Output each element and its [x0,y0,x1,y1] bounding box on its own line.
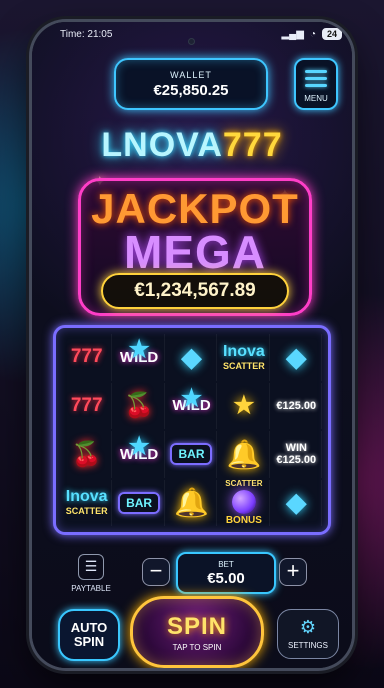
seven-symbol: 777 [70,346,103,368]
jackpot-subtitle: MEGA [124,226,266,278]
bet-increase-button[interactable]: + [279,558,307,586]
reel-cell: 🍒 [114,382,165,429]
bonus-scatter-label: SCATTER [225,478,263,488]
paytable-label: PAYTABLE [71,583,111,593]
reel-cell: ◆ [167,334,218,381]
bet-decrease-button[interactable]: − [142,558,170,586]
bonus-label: BONUS [225,514,262,526]
star-icon: ★ [180,384,203,412]
hamburger-icon [305,70,327,91]
auto-spin-button[interactable]: AUTO SPIN [58,609,120,661]
reel-cell: ◆ [272,479,322,526]
spin-label: SPIN [166,612,227,640]
bell-icon: 🔔 [226,438,262,470]
reel-cell: 🔔 [167,479,218,526]
spin-button[interactable]: SPIN TAP TO SPIN [130,596,264,668]
menu-label: MENU [304,94,328,103]
bar-symbol: BAR [170,443,213,466]
reel-cell: WIN €125.00 [272,431,322,478]
reel-cell: Inova SCATTER [219,334,270,381]
jackpot-amount: €1,234,567.89 [101,273,289,309]
reel-cell: ★ WILD [114,334,165,381]
logo-part-1: LNOVA [101,126,223,164]
status-time: Time: 21:05 [60,28,113,40]
gear-icon: ⚙ [299,617,317,637]
reel-cell: ★ WILD [114,431,165,478]
reel-cell: 🔔 [219,431,270,478]
status-right: ▂▄▆ ◔ 24 [281,28,342,40]
star-icon: ★ [233,392,255,420]
reel-cell: Inova SCATTER [62,479,113,526]
bar-symbol: BAR [118,491,161,514]
diamond-icon: ◆ [286,341,307,372]
diamond-icon: ◆ [286,487,307,518]
reel-cell: BAR [167,431,218,478]
settings-label: SETTINGS [287,641,328,650]
bet-display: BET €5.00 [176,552,276,594]
orb-icon [231,489,256,514]
win-amount: €125.00 [276,399,317,412]
game-screen: Time: 21:05 ▂▄▆ ◔ 24 WALLET €25,850.25 M… [32,22,352,668]
reel-cell: BAR [114,479,165,526]
scatter-label: SCATTER [65,506,108,517]
bonus-symbol: SCATTER BONUS [225,478,263,526]
scatter-brand: Inova [65,488,108,506]
wallet-panel: WALLET €25,850.25 [114,58,268,110]
win-label: WIN [285,442,307,455]
slot-reels: 777 ★ WILD ◆ Inova SCATTER ◆ 777 🍒 ★ WILD ★… [53,325,331,535]
phone-frame: Time: 21:05 ▂▄▆ ◔ 24 WALLET €25,850.25 M… [32,22,352,668]
star-icon: ★ [128,336,150,363]
bet-label: BET [218,559,234,569]
paytable-button[interactable]: ☰ PAYTABLE [62,551,120,595]
reel-cell: SCATTER BONUS [219,478,270,526]
signal-icon: ▂▄▆ [281,28,304,40]
bet-control: − BET €5.00 + [142,552,307,594]
scatter-brand: Inova [222,342,265,360]
cherry-icon: 🍒 [71,440,102,468]
document-icon: ☰ [78,553,104,580]
seven-symbol: 777 [70,394,103,416]
reel-cell: ◆ [272,334,322,381]
diamond-icon: ◆ [181,341,202,372]
star-icon: ★ [128,433,150,460]
scatter-label: SCATTER [222,360,265,371]
spin-hint: TAP TO SPIN [172,642,222,652]
bell-icon: 🔔 [174,487,209,519]
reel-cell: ★ WILD [167,382,218,429]
wifi-icon: ◔ [309,28,316,40]
settings-button[interactable]: ⚙ SETTINGS [277,609,339,659]
reel-cell: ★ [219,382,270,429]
wallet-amount: €25,850.25 [153,81,229,99]
scatter-symbol: Inova SCATTER [66,489,108,516]
reel-cell: €125.00 [272,382,322,429]
menu-button[interactable]: MENU [294,58,338,110]
camera-hole [188,38,195,45]
wallet-label: WALLET [170,69,212,80]
reel-cell: 777 [62,382,113,429]
reel-cell: 777 [62,334,113,381]
battery-indicator: 24 [321,28,342,40]
game-logo: LNOVA777 [32,126,352,165]
logo-part-2: 777 [222,126,283,164]
scatter-symbol: Inova SCATTER [222,342,265,371]
auto-spin-label: AUTO SPIN [70,620,108,649]
reel-cell: 🍒 [62,431,113,478]
cherry-icon: 🍒 [124,392,155,420]
win-value: €125.00 [276,454,317,467]
win-text: WIN €125.00 [276,442,316,466]
bet-value: €5.00 [207,569,245,587]
jackpot-banner: JACKPOT MEGA €1,234,567.89 [78,178,312,316]
